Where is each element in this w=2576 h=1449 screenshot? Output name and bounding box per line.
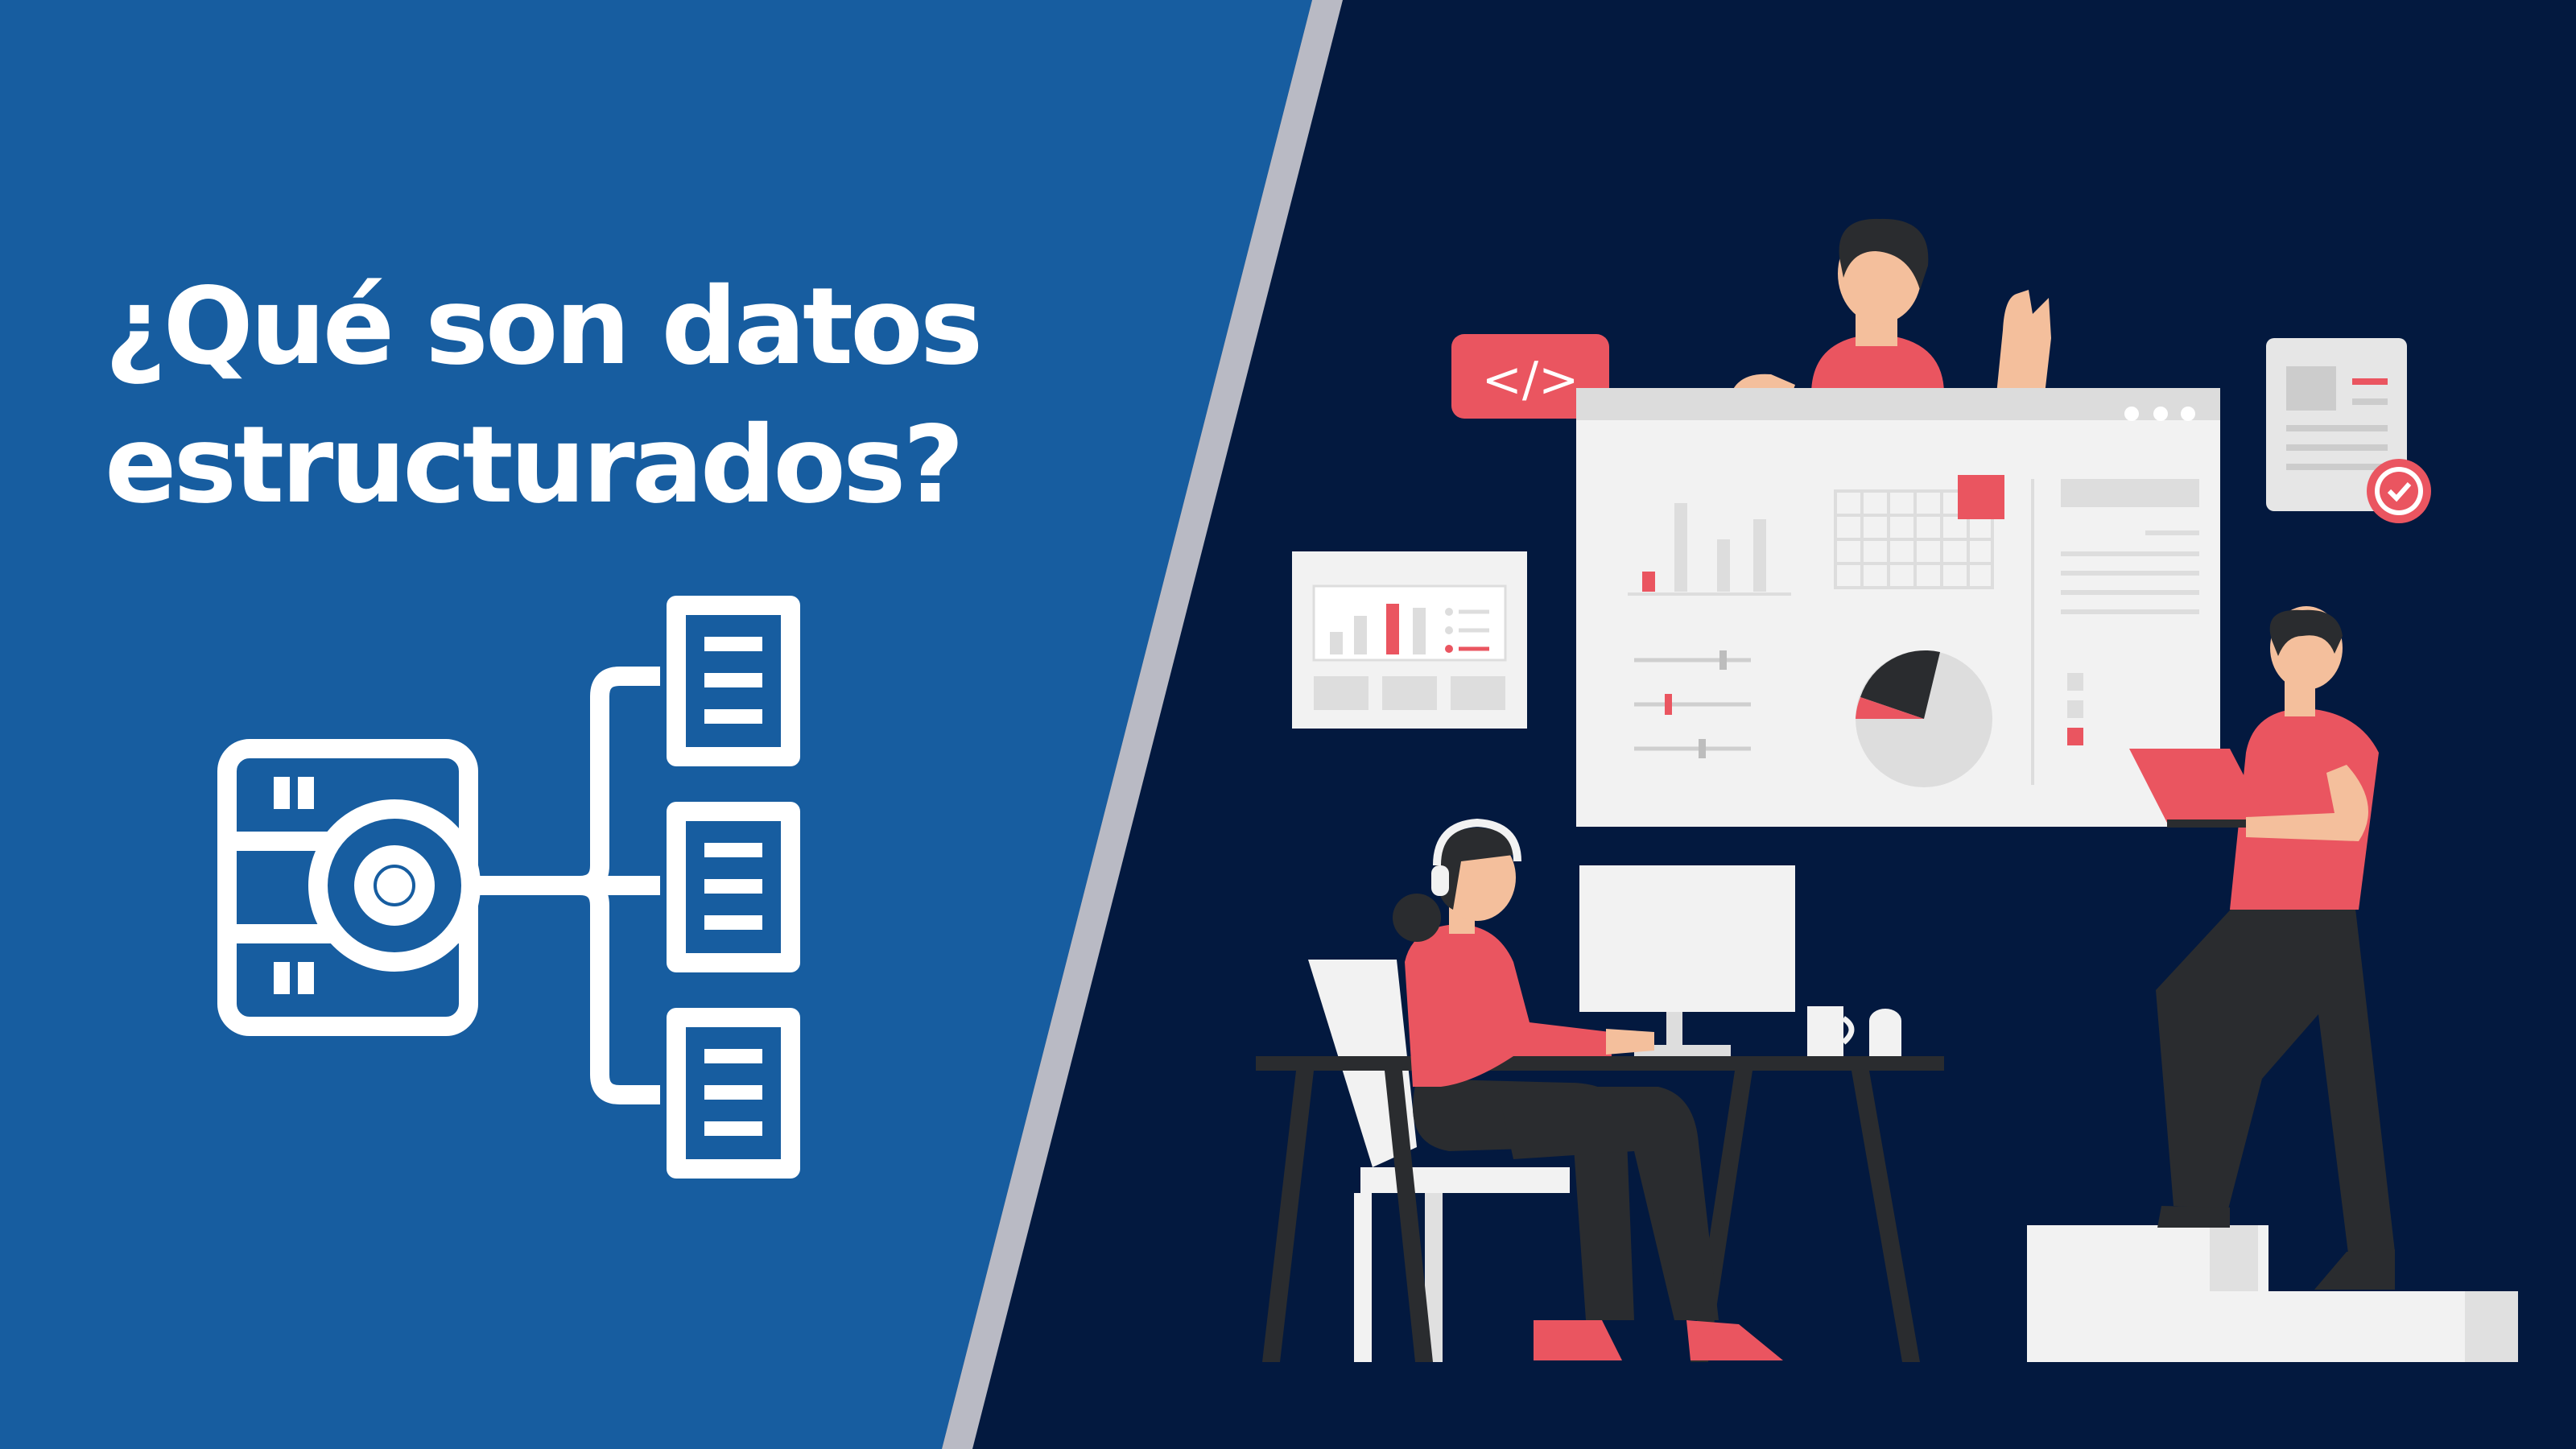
- banner-artwork: </>: [0, 0, 2576, 1449]
- checkmark-icon: [2367, 459, 2431, 523]
- document-card: [2266, 338, 2431, 523]
- thumbnail-banner: </> ¿Qué son datos estructurados?: [0, 0, 2576, 1449]
- mini-dashboard-card: [1292, 551, 1527, 729]
- title-line-2: estructurados?: [105, 403, 964, 527]
- page-title: ¿Qué son datos estructurados?: [105, 258, 1151, 535]
- title-line-1: ¿Qué son datos: [105, 265, 983, 389]
- dashboard-board: [1576, 388, 2220, 827]
- code-tag-text: </>: [1482, 352, 1579, 408]
